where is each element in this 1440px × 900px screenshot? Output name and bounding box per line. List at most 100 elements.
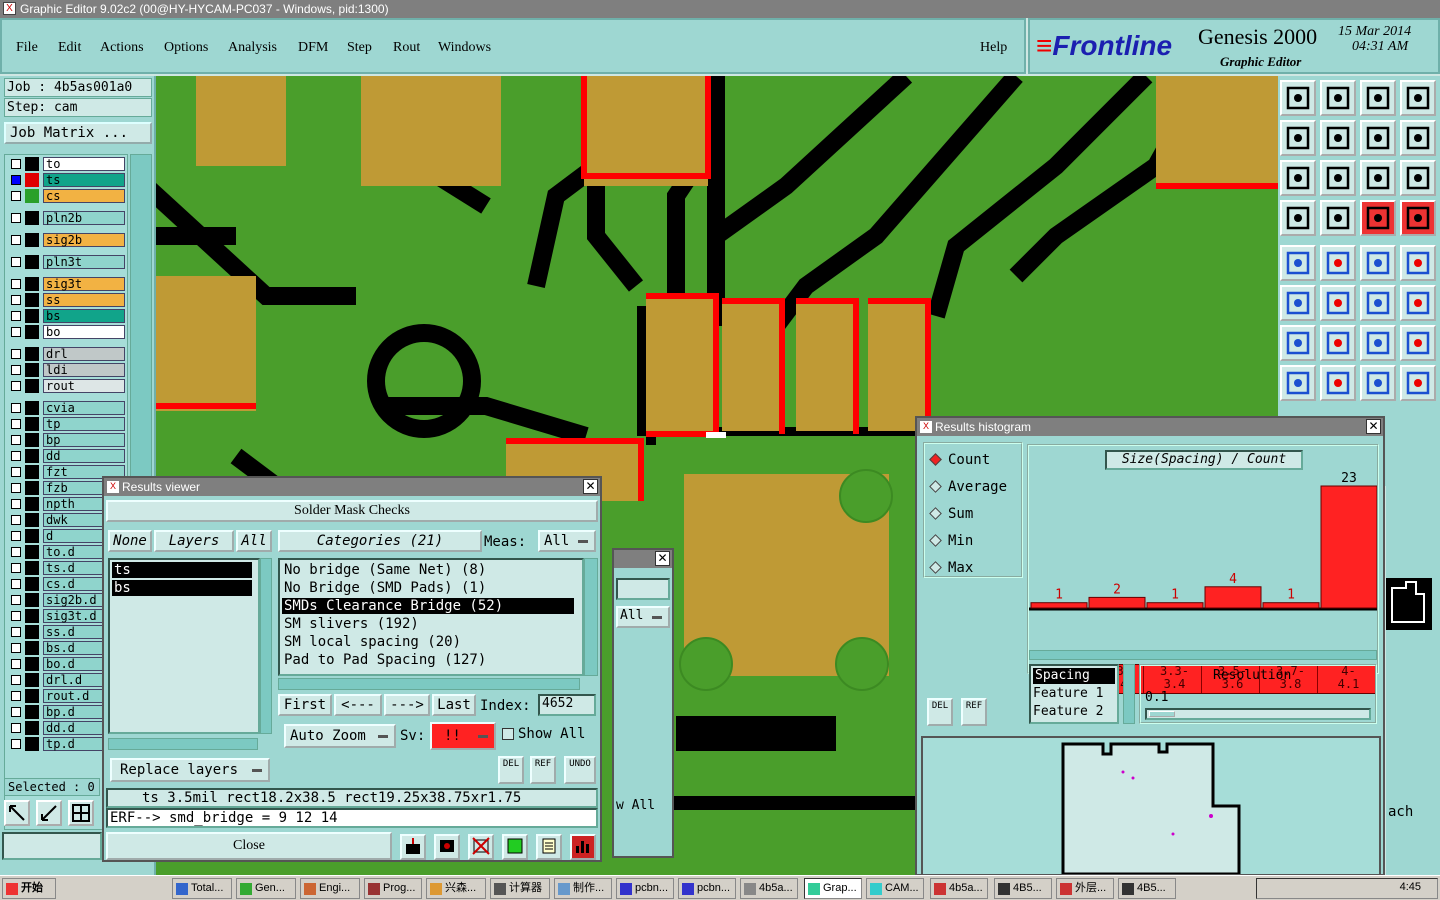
snap-icon[interactable] — [1360, 200, 1396, 236]
layer-list-hscroll[interactable] — [108, 738, 258, 750]
select-mode-button-1[interactable] — [4, 800, 30, 826]
layer-name[interactable]: bp — [43, 433, 125, 447]
step-icon[interactable] — [502, 834, 528, 860]
taskbar-item[interactable]: Grap... — [804, 878, 862, 899]
taskbar-item[interactable]: 制作... — [554, 878, 612, 899]
flip-icon[interactable] — [1400, 325, 1436, 361]
menu-file[interactable]: File — [16, 40, 38, 56]
histogram-ref-button[interactable]: REF — [961, 698, 987, 726]
prev-button[interactable]: <--- — [334, 694, 382, 716]
taskbar-item[interactable]: CAM... — [866, 878, 924, 899]
start-button[interactable]: 开始 — [2, 878, 56, 899]
layer-row-tp[interactable]: tp — [7, 417, 127, 431]
auto-zoom-dropdown[interactable]: Auto Zoom — [284, 724, 396, 748]
layer-checkbox[interactable] — [11, 349, 21, 359]
layer-name[interactable]: ldi — [43, 363, 125, 377]
histogram-bar[interactable] — [1146, 602, 1204, 609]
taskbar-item[interactable]: 4B5... — [1118, 878, 1176, 899]
cluster-icon[interactable] — [1400, 365, 1436, 401]
layer-checkbox[interactable] — [11, 295, 21, 305]
menu-edit[interactable]: Edit — [58, 40, 81, 56]
layer-color-swatch[interactable] — [25, 309, 39, 323]
board-overview-map[interactable] — [921, 736, 1381, 876]
taskbar-item[interactable]: pcbn... — [616, 878, 674, 899]
layer-row-ss[interactable]: ss — [7, 293, 127, 307]
line-icon[interactable] — [1320, 325, 1356, 361]
pan-left-icon[interactable] — [1280, 120, 1316, 156]
solder-mask-checks-header[interactable]: Solder Mask Checks — [106, 500, 598, 522]
layer-checkbox[interactable] — [11, 547, 21, 557]
show-all-checkbox[interactable] — [502, 728, 514, 740]
angle-icon[interactable] — [1280, 325, 1316, 361]
connect-icon[interactable] — [1280, 285, 1316, 321]
layer-row-dd[interactable]: dd — [7, 449, 127, 463]
layer-checkbox[interactable] — [11, 563, 21, 573]
replace-layers-dropdown[interactable]: Replace layers — [110, 758, 270, 782]
layer-checkbox[interactable] — [11, 643, 21, 653]
layer-color-swatch[interactable] — [25, 497, 39, 511]
layer-checkbox[interactable] — [11, 381, 21, 391]
layer-color-swatch[interactable] — [25, 577, 39, 591]
print-icon[interactable] — [434, 834, 460, 860]
ruler-scale-icon[interactable] — [1360, 245, 1396, 281]
close-icon[interactable]: ✕ — [583, 479, 598, 494]
menu-options[interactable]: Options — [164, 40, 208, 56]
layer-checkbox[interactable] — [11, 257, 21, 267]
layer-color-swatch[interactable] — [25, 173, 39, 187]
taskbar-item[interactable]: Total... — [172, 878, 232, 899]
ruler-icon[interactable] — [1280, 200, 1316, 236]
histogram-bar[interactable] — [1262, 602, 1320, 609]
layer-color-swatch[interactable] — [25, 363, 39, 377]
layer-name[interactable]: cs — [43, 189, 125, 203]
menu-windows[interactable]: Windows — [438, 40, 491, 56]
layer-color-swatch[interactable] — [25, 593, 39, 607]
horizontal-line-icon[interactable] — [1320, 365, 1356, 401]
histogram-bar[interactable] — [1320, 485, 1377, 609]
layer-checkbox[interactable] — [11, 659, 21, 669]
layer-row-rout[interactable]: rout — [7, 379, 127, 393]
last-button[interactable]: Last — [432, 694, 476, 716]
zoom-out-icon[interactable] — [1320, 160, 1356, 196]
none-button[interactable]: None — [108, 530, 152, 552]
layer-checkbox[interactable] — [11, 213, 21, 223]
export-icon[interactable] — [400, 834, 426, 860]
layer-color-swatch[interactable] — [25, 689, 39, 703]
redraw-icon[interactable] — [1400, 120, 1436, 156]
layer-color-swatch[interactable] — [25, 379, 39, 393]
layer-color-swatch[interactable] — [25, 545, 39, 559]
severity-dropdown[interactable]: !! — [430, 722, 496, 750]
layer-name[interactable]: to — [43, 157, 125, 171]
layer-checkbox[interactable] — [11, 499, 21, 509]
taskbar-item[interactable]: 外层... — [1056, 878, 1114, 899]
taskbar-item[interactable]: 4B5... — [994, 878, 1052, 899]
layers-header[interactable]: Layers — [154, 530, 234, 552]
layer-row-bo[interactable]: bo — [7, 325, 127, 339]
close-icon[interactable]: ✕ — [1366, 419, 1381, 434]
layer-color-swatch[interactable] — [25, 401, 39, 415]
layer-checkbox[interactable] — [11, 311, 21, 321]
layer-checkbox[interactable] — [11, 483, 21, 493]
layer-name[interactable]: drl — [43, 347, 125, 361]
menu-actions[interactable]: Actions — [100, 40, 144, 56]
draw-icon[interactable] — [1320, 245, 1356, 281]
undo-button[interactable]: UNDO — [564, 756, 596, 784]
index-input[interactable]: 4652 — [538, 694, 596, 716]
layer-color-swatch[interactable] — [25, 721, 39, 735]
resolution-slider-thumb[interactable] — [1149, 711, 1175, 717]
help-icon[interactable] — [1400, 160, 1436, 196]
field-feature-1[interactable]: Feature 1 — [1033, 686, 1103, 701]
mode-sum[interactable]: Sum — [929, 506, 973, 522]
next-button[interactable]: ---> — [384, 694, 430, 716]
layer-checkbox[interactable] — [11, 579, 21, 589]
layer-checkbox[interactable] — [11, 675, 21, 685]
mode-count[interactable]: Count — [929, 452, 990, 468]
all-button[interactable]: All — [236, 530, 272, 552]
ref-button[interactable]: REF — [530, 756, 556, 784]
layer-name[interactable]: tp — [43, 417, 125, 431]
layer-checkbox[interactable] — [11, 611, 21, 621]
layer-checkbox[interactable] — [11, 451, 21, 461]
line-add-icon[interactable] — [1400, 285, 1436, 321]
category-list-vscroll[interactable] — [584, 558, 598, 676]
ratio-1-2-icon[interactable] — [1360, 160, 1396, 196]
taskbar-item[interactable]: 兴森... — [426, 878, 486, 899]
